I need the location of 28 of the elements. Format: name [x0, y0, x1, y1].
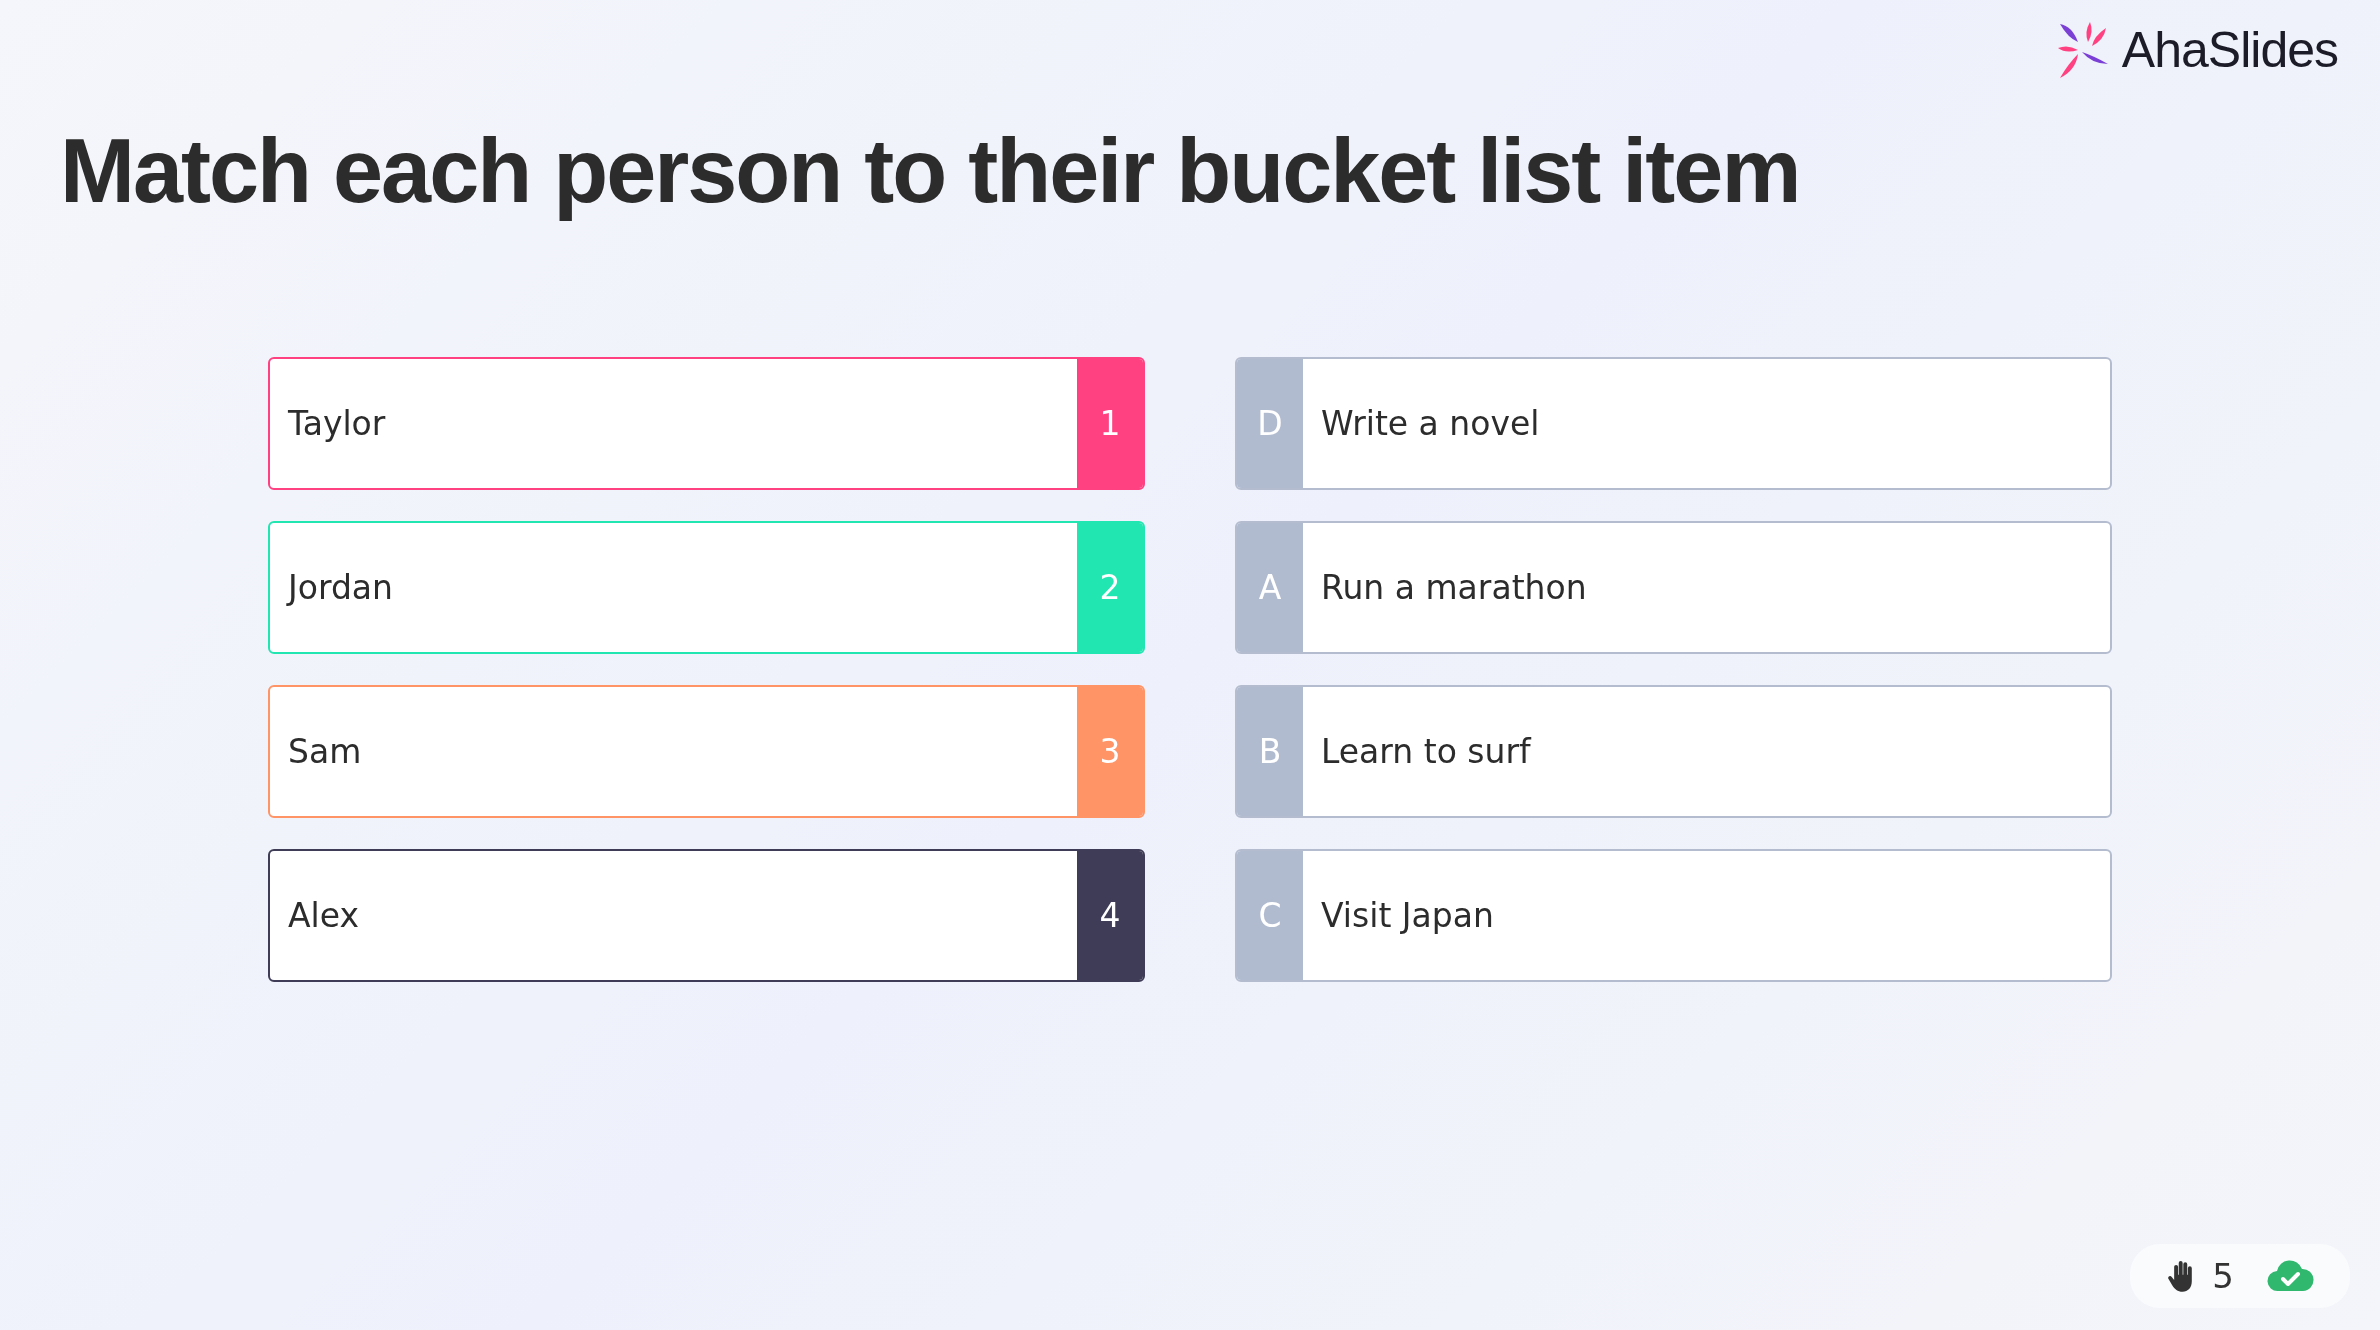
answer-option[interactable]: A Run a marathon	[1235, 521, 2112, 654]
number-tag: 3	[1077, 687, 1143, 816]
number-tag: 4	[1077, 851, 1143, 980]
answer-option[interactable]: D Write a novel	[1235, 357, 2112, 490]
answer-option[interactable]: C Visit Japan	[1235, 849, 2112, 982]
person-option[interactable]: Sam 3	[268, 685, 1145, 818]
letter-tag: B	[1237, 687, 1303, 816]
letter-tag: D	[1237, 359, 1303, 488]
logo-text: AhaSlides	[2121, 21, 2338, 79]
answer-option[interactable]: B Learn to surf	[1235, 685, 2112, 818]
answer-text: Visit Japan	[1320, 895, 1495, 937]
person-name: Alex	[287, 895, 360, 937]
answer-text: Write a novel	[1320, 403, 1541, 445]
number-tag: 2	[1077, 523, 1143, 652]
person-name: Taylor	[287, 403, 387, 445]
person-option[interactable]: Alex 4	[268, 849, 1145, 982]
letter-tag: C	[1237, 851, 1303, 980]
answer-text: Learn to surf	[1320, 731, 1533, 773]
person-name: Sam	[287, 731, 363, 773]
cloud-check-icon	[2266, 1259, 2314, 1293]
slide-title: Match each person to their bucket list item	[60, 122, 1801, 221]
hand-count: 5	[2212, 1256, 2234, 1296]
number-tag: 1	[1077, 359, 1143, 488]
letter-tag: A	[1237, 523, 1303, 652]
person-name: Jordan	[285, 567, 394, 609]
answer-text: Run a marathon	[1320, 567, 1588, 609]
person-option[interactable]: Taylor 1	[268, 357, 1145, 490]
person-option[interactable]: Jordan 2	[268, 521, 1145, 654]
